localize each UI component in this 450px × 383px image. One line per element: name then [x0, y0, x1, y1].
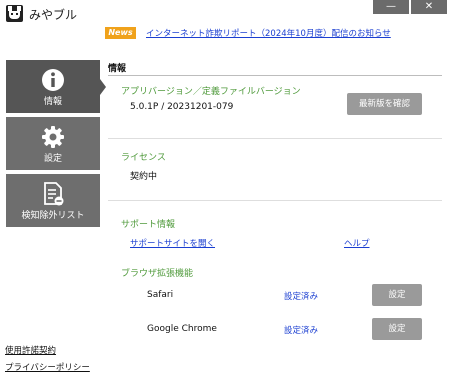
- active-pointer: [100, 79, 106, 95]
- sidebar-item-label: 検知除外リスト: [21, 211, 85, 221]
- news-link[interactable]: インターネット詐欺リポート（2024年10月度）配信のお知らせ: [146, 27, 391, 39]
- app-title: みやブル: [29, 8, 78, 22]
- check-update-button[interactable]: 最新版を確認: [347, 93, 422, 115]
- version-value: 5.0.1P / 20231201-079: [130, 102, 234, 112]
- header-divider: [108, 75, 442, 76]
- privacy-policy-link[interactable]: プライバシーポリシー: [5, 361, 90, 373]
- browser-extension-label: ブラウザ拡張機能: [121, 269, 194, 279]
- info-icon: [42, 69, 64, 91]
- safari-settings-button[interactable]: 設定: [372, 284, 422, 306]
- sidebar-item-settings[interactable]: 設定: [6, 117, 100, 170]
- license-label: ライセンス: [121, 153, 166, 163]
- sidebar-item-info[interactable]: 情報: [6, 60, 100, 113]
- close-button[interactable]: ✕: [411, 0, 447, 14]
- gear-icon: [42, 126, 64, 148]
- sidebar-item-exclusion-list[interactable]: 検知除外リスト: [6, 174, 100, 227]
- app-logo-icon: [6, 5, 23, 22]
- document-minus-icon: [44, 182, 64, 206]
- license-value: 契約中: [130, 172, 158, 182]
- minimize-button[interactable]: —: [373, 0, 409, 14]
- extension-name-safari: Safari: [147, 290, 174, 300]
- section-divider: [108, 138, 442, 139]
- sidebar-item-label: 情報: [43, 97, 62, 107]
- version-label: アプリバージョン／定義ファイルバージョン: [121, 87, 301, 97]
- support-site-link[interactable]: サポートサイトを開く: [130, 237, 215, 249]
- extension-status-chrome: 設定済み: [284, 326, 319, 336]
- page-title: 情報: [108, 64, 127, 74]
- chrome-settings-button[interactable]: 設定: [372, 318, 422, 340]
- extension-status-safari: 設定済み: [284, 292, 319, 302]
- section-divider: [108, 200, 442, 201]
- support-label: サポート情報: [121, 220, 176, 230]
- news-badge: News: [105, 27, 136, 39]
- extension-name-chrome: Google Chrome: [147, 324, 217, 334]
- sidebar-item-label: 設定: [43, 154, 62, 164]
- help-link[interactable]: ヘルプ: [344, 237, 370, 249]
- license-agreement-link[interactable]: 使用許諾契約: [5, 344, 56, 356]
